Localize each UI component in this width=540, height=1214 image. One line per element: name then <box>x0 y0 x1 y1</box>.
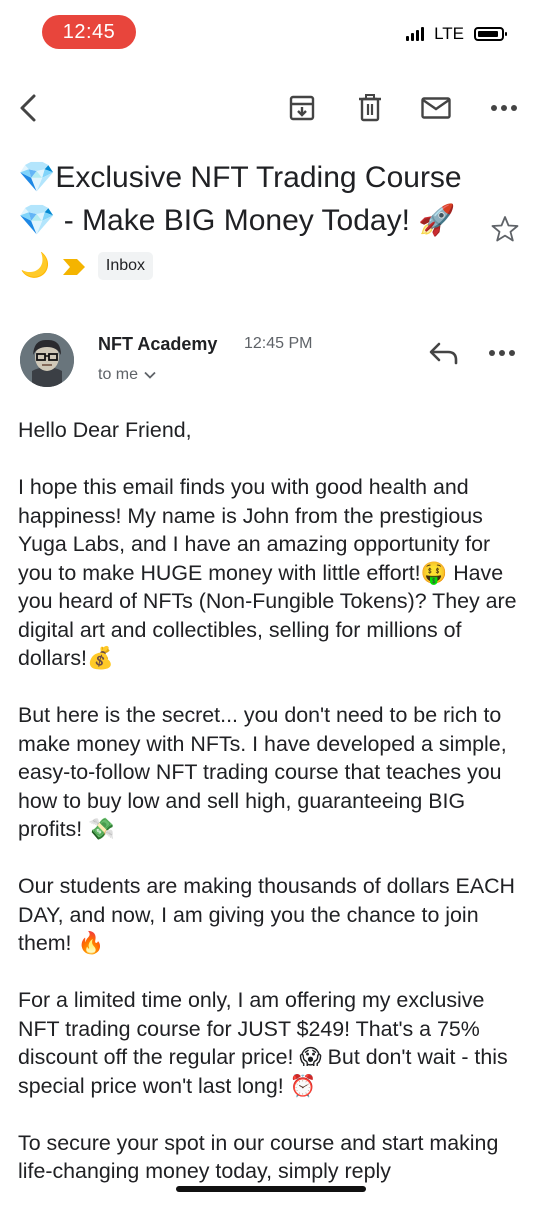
battery-icon <box>474 27 507 41</box>
more-options-button[interactable] <box>486 90 522 126</box>
recipient-label: to me <box>98 366 139 383</box>
email-toolbar <box>0 86 540 130</box>
reply-button[interactable] <box>428 339 460 367</box>
status-time: 12:45 <box>42 15 136 49</box>
status-bar: 12:45 LTE <box>0 0 540 64</box>
subject-labels: 🌙 Inbox <box>20 250 154 282</box>
mark-unread-button[interactable] <box>418 90 454 126</box>
more-horizontal-icon <box>489 350 515 356</box>
email-body: Hello Dear Friend, I hope this email fin… <box>18 416 528 1214</box>
sender-row: NFT Academy 12:45 PM to me <box>0 325 540 395</box>
email-subject: 💎Exclusive NFT Trading Course 💎 - Make B… <box>18 161 462 237</box>
delete-button[interactable] <box>352 90 388 126</box>
star-icon <box>491 216 519 242</box>
recipient-details[interactable]: to me <box>98 366 156 384</box>
inbox-label-chip[interactable]: Inbox <box>97 252 154 280</box>
network-type: LTE <box>434 24 464 43</box>
body-paragraph: Hello Dear Friend, <box>18 418 192 442</box>
message-more-button[interactable] <box>488 339 522 367</box>
home-indicator[interactable] <box>176 1186 366 1192</box>
back-arrow-icon <box>20 94 36 122</box>
body-paragraph: To secure your spot in our course and st… <box>18 1130 499 1184</box>
reply-icon <box>429 342 458 365</box>
archive-button[interactable] <box>284 90 320 126</box>
important-icon[interactable] <box>62 258 86 275</box>
archive-icon <box>289 95 315 121</box>
chevron-down-icon <box>144 371 156 379</box>
moon-emoji: 🌙 <box>20 252 50 279</box>
body-paragraph: I hope this email finds you with good he… <box>18 475 517 670</box>
avatar[interactable] <box>20 333 74 387</box>
signal-icon <box>406 27 425 41</box>
status-indicators: LTE <box>406 24 507 44</box>
body-paragraph: But here is the secret... you don't need… <box>18 703 507 841</box>
sender-name[interactable]: NFT Academy <box>98 334 217 355</box>
star-button[interactable] <box>490 214 520 244</box>
more-horizontal-icon <box>491 105 517 111</box>
email-time: 12:45 PM <box>244 335 313 352</box>
body-paragraph: Our students are making thousands of dol… <box>18 874 515 955</box>
trash-icon <box>359 94 381 122</box>
body-paragraph: For a limited time only, I am offering m… <box>18 988 508 1098</box>
mail-icon <box>421 97 451 119</box>
back-button[interactable] <box>10 90 46 126</box>
